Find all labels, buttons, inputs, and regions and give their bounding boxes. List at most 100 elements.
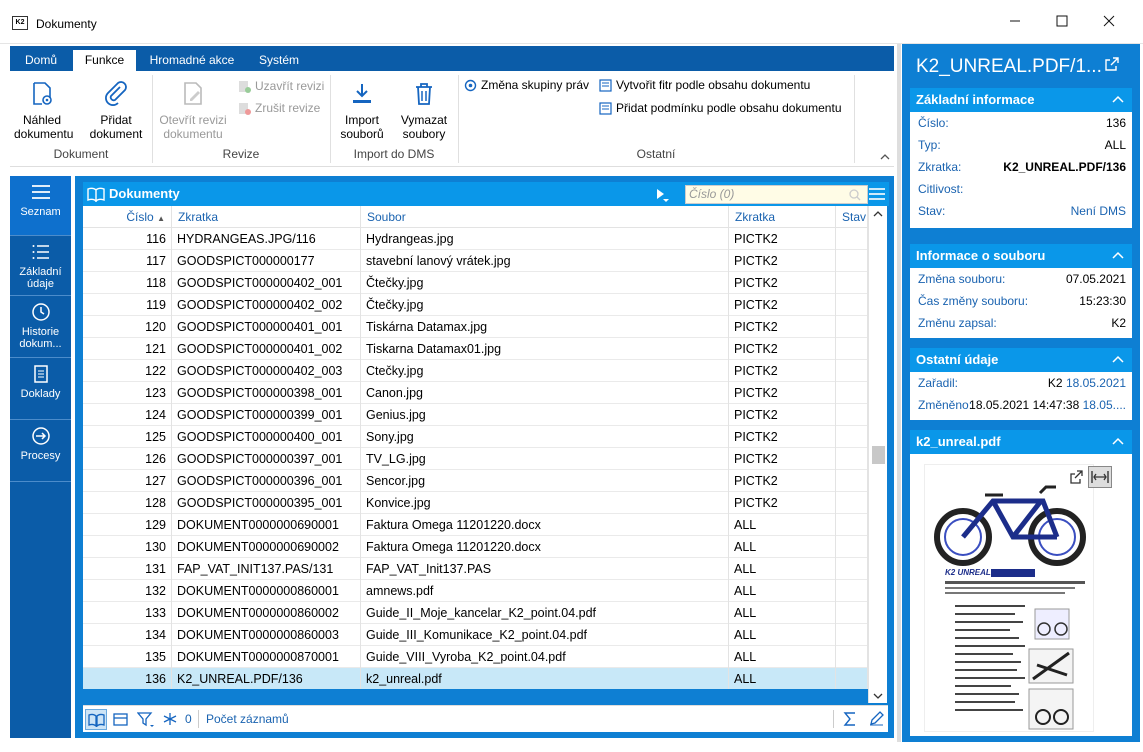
play-dropdown-icon[interactable] <box>655 187 669 203</box>
snowflake-icon[interactable] <box>163 712 177 726</box>
book-view-button[interactable] <box>85 709 107 730</box>
pocet-zaznamu-button[interactable]: Počet záznamů <box>206 712 289 726</box>
scrollbar-thumb[interactable] <box>872 446 885 464</box>
chevron-up-icon[interactable] <box>1110 351 1126 367</box>
chevron-up-icon[interactable] <box>1110 247 1126 263</box>
cell-soubor: amnews.pdf <box>361 580 729 602</box>
table-row[interactable]: 131 FAP_VAT_INIT137.PAS/131 FAP_VAT_Init13… <box>83 558 868 580</box>
detail-row: Typ: ALL <box>910 134 1132 156</box>
cell-typ: ALL <box>729 646 836 668</box>
column-header-stav[interactable]: Stav <box>836 206 868 228</box>
close-button[interactable] <box>1086 8 1132 38</box>
cell-zkratka: GOODSPICT000000400_001 <box>172 426 361 448</box>
otevrit-revizi-button[interactable]: Otevřít revizi dokumentu <box>156 81 230 141</box>
chevron-up-icon[interactable] <box>1110 433 1126 449</box>
nav-item-zakladni-udaje[interactable]: Základní údaje <box>10 236 71 296</box>
tab-hromadne-akce[interactable]: Hromadné akce <box>142 50 242 71</box>
chevron-up-icon[interactable] <box>1110 91 1126 107</box>
scroll-up-icon[interactable] <box>873 210 883 218</box>
column-header-soubor[interactable]: Soubor <box>361 206 729 228</box>
column-header-zkratka[interactable]: Zkratka <box>172 206 361 228</box>
otevrit-revizi-label: Otevřít revizi dokumentu <box>159 113 227 141</box>
zaradil-date-link[interactable]: 18.05.2021 <box>1066 376 1126 390</box>
collapse-ribbon-icon[interactable] <box>880 153 890 161</box>
vymazat-soubory-button[interactable]: Vymazat soubory <box>394 81 454 141</box>
search-icon[interactable] <box>849 189 861 201</box>
section-header[interactable]: k2_unreal.pdf <box>910 430 1132 454</box>
table-row[interactable]: 120 GOODSPICT000000401_001 Tiskárna Datama… <box>83 316 868 338</box>
cell-typ: PICTK2 <box>729 272 836 294</box>
cell-zkratka: DOKUMENT0000000860003 <box>172 624 361 646</box>
cell-typ: PICTK2 <box>729 294 836 316</box>
open-external-icon[interactable] <box>1105 57 1119 71</box>
cell-cislo: 133 <box>83 602 172 624</box>
vertical-scrollbar[interactable] <box>868 206 887 703</box>
section-zakladni-informace: Základní informace Číslo: 136 Typ: ALL Zkrat… <box>910 88 1132 228</box>
table-row[interactable]: 122 GOODSPICT000000402_003 Ctečky.jpg PICTK… <box>83 360 868 382</box>
maximize-button[interactable] <box>1039 8 1085 38</box>
section-header[interactable]: Ostatní údaje <box>910 348 1132 372</box>
table-row[interactable]: 123 GOODSPICT000000398_001 Canon.jpg PICTK2 <box>83 382 868 404</box>
nav-label: Procesy <box>20 450 61 462</box>
minimize-button[interactable] <box>992 8 1038 38</box>
table-row[interactable]: 128 GOODSPICT000000395_001 Konvice.jpg PICT… <box>83 492 868 514</box>
uzavrit-revizi-button[interactable]: Uzavřít revizi <box>238 79 324 93</box>
cell-stav <box>836 382 868 404</box>
panel-splitter[interactable] <box>897 44 901 742</box>
tab-funkce[interactable]: Funkce <box>73 50 136 71</box>
cell-soubor: Faktura Omega 11201220.docx <box>361 536 729 558</box>
table-row[interactable]: 118 GOODSPICT000000402_001 Čtečky.jpg PICTK… <box>83 272 868 294</box>
archive-icon[interactable] <box>113 712 128 727</box>
tab-system[interactable]: Systém <box>246 50 312 71</box>
column-header-zkratka-typ[interactable]: Zkratka <box>729 206 836 228</box>
table-row[interactable]: 121 GOODSPICT000000401_002 Tiskarna Datama… <box>83 338 868 360</box>
table-row[interactable]: 119 GOODSPICT000000402_002 Čtečky.jpg PICTK… <box>83 294 868 316</box>
pdf-preview[interactable]: K2 UNREAL <box>924 464 1094 732</box>
filter-icon[interactable] <box>137 711 155 729</box>
table-row[interactable]: 133 DOKUMENT0000000860002 Guide_II_Moje_ka… <box>83 602 868 624</box>
table-row[interactable]: 136 K2_UNREAL.PDF/136 k2_unreal.pdf ALL <box>83 668 868 689</box>
zmeneno-link[interactable]: 18.05.... <box>1083 398 1126 412</box>
vymazat-label: Vymazat soubory <box>400 113 448 141</box>
table-row[interactable]: 132 DOKUMENT0000000860001 amnews.pdf ALL <box>83 580 868 602</box>
table-row[interactable]: 130 DOKUMENT0000000690002 Faktura Omega 11… <box>83 536 868 558</box>
table-row[interactable]: 116 HYDRANGEAS.JPG/116 Hydrangeas.jpg PICTK… <box>83 228 868 250</box>
zmena-skupiny-prav-button[interactable]: Změna skupiny práv <box>464 78 589 92</box>
fit-width-button[interactable] <box>1088 466 1112 488</box>
table-row[interactable]: 127 GOODSPICT000000396_001 Sencor.jpg PICTK… <box>83 470 868 492</box>
section-header[interactable]: Základní informace <box>910 88 1132 112</box>
table-row[interactable]: 126 GOODSPICT000000397_001 TV_LG.jpg PICTK2 <box>83 448 868 470</box>
nav-item-seznam[interactable]: Seznam <box>10 176 71 236</box>
nav-item-procesy[interactable]: Procesy <box>10 420 71 482</box>
table-row[interactable]: 124 GOODSPICT000000399_001 Genius.jpg PICTK… <box>83 404 868 426</box>
cell-typ: ALL <box>729 514 836 536</box>
table-row[interactable]: 134 DOKUMENT0000000860003 Guide_III_Komuni… <box>83 624 868 646</box>
cell-soubor: Guide_II_Moje_kancelar_K2_point.04.pdf <box>361 602 729 624</box>
import-label: Import souborů <box>340 113 384 141</box>
pridat-podminku-button[interactable]: Přidat podmínku podle obsahu dokumentu <box>599 101 842 115</box>
grid-menu-icon[interactable] <box>868 186 886 202</box>
vytvorit-filtr-button[interactable]: Vytvořit fitr podle obsahu dokumentu <box>599 78 810 92</box>
zrusit-revize-button[interactable]: Zrušit revize <box>238 101 320 115</box>
column-header-cislo[interactable]: Číslo ▲ <box>83 206 172 228</box>
table-row[interactable]: 135 DOKUMENT0000000870001 Guide_VIII_Vyrob… <box>83 646 868 668</box>
table-row[interactable]: 125 GOODSPICT000000400_001 Sony.jpg PICTK2 <box>83 426 868 448</box>
nahled-dokumentu-button[interactable]: Náhled dokumentu <box>14 81 73 141</box>
paperclip-icon <box>105 81 127 106</box>
table-row[interactable]: 129 DOKUMENT0000000690001 Faktura Omega 11… <box>83 514 868 536</box>
tab-domu[interactable]: Domů <box>12 50 70 71</box>
section-header[interactable]: Informace o souboru <box>910 244 1132 268</box>
uzavrit-label: Uzavřít revizi <box>255 79 325 93</box>
search-input[interactable]: Číslo (0) <box>685 185 868 204</box>
edit-pencil-icon[interactable] <box>869 711 884 726</box>
cell-zkratka: GOODSPICT000000395_001 <box>172 492 361 514</box>
table-row[interactable]: 117 GOODSPICT000000177 stavební lanový vrá… <box>83 250 868 272</box>
scroll-down-icon[interactable] <box>873 692 883 700</box>
nav-item-doklady[interactable]: Doklady <box>10 358 71 420</box>
sum-icon[interactable] <box>843 712 857 726</box>
open-external-icon[interactable] <box>1070 470 1084 484</box>
import-souboru-button[interactable]: Import souborů <box>334 81 390 141</box>
grid-footer: 0 Počet záznamů <box>83 705 888 732</box>
nav-item-historie[interactable]: Historie dokum... <box>10 296 71 358</box>
pridat-dokument-button[interactable]: Přidat dokument <box>86 81 146 141</box>
